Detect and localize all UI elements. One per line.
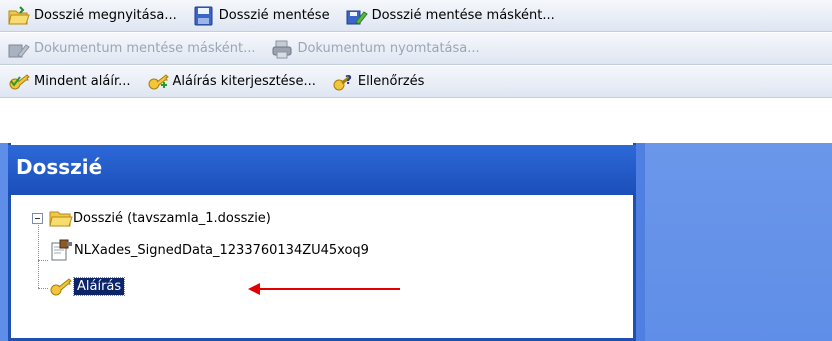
verify-label: Ellenőrzés — [357, 74, 425, 89]
svg-text:?: ? — [345, 73, 352, 87]
extend-signature-label: Aláírás kiterjesztése... — [172, 74, 316, 89]
printer-icon — [272, 40, 292, 58]
toolbar-document: Dokumentum mentése másként... Dokumentum… — [0, 33, 832, 65]
tree-root-label: Dosszié (tavszamla_1.dosszie) — [73, 210, 271, 226]
pane-splitter[interactable] — [636, 143, 645, 341]
tree-signature-label: Aláírás — [72, 276, 126, 296]
toolbar-dossier: Dosszié megnyitása... Dosszié mentése Do… — [0, 0, 832, 32]
document-view-pane — [645, 143, 832, 341]
signed-xml-document-icon — [51, 239, 72, 261]
open-folder-icon — [49, 211, 73, 227]
tree-node-root[interactable]: Dosszié (tavszamla_1.dosszie) — [32, 207, 271, 229]
open-dossier-button[interactable]: Dosszié megnyitása... — [6, 3, 183, 29]
verify-button[interactable]: ? Ellenőrzés — [330, 69, 431, 95]
tree-connector-vertical — [38, 225, 39, 288]
print-document-button[interactable]: Dokumentum nyomtatása... — [269, 36, 485, 62]
dossier-panel-header: Dosszié — [8, 145, 636, 195]
save-document-as-icon — [8, 43, 30, 58]
open-dossier-label: Dosszié megnyitása... — [34, 8, 177, 23]
open-folder-icon — [8, 5, 30, 24]
collapse-toggle[interactable] — [32, 212, 43, 224]
save-document-as-label: Dokumentum mentése másként... — [34, 41, 256, 56]
signature-key-icon — [50, 278, 72, 296]
verify-key-question-icon: ? — [333, 73, 352, 90]
tree-node-signature[interactable]: Aláírás — [48, 275, 126, 297]
sign-all-label: Mindent aláír... — [34, 74, 131, 89]
workspace-left-edge — [0, 143, 8, 341]
sign-all-key-icon — [9, 73, 30, 89]
save-dossier-as-label: Dosszié mentése másként... — [371, 8, 555, 23]
save-as-icon — [346, 10, 368, 25]
floppy-disk-icon — [194, 6, 213, 25]
tree-connector-signature — [38, 288, 48, 289]
annotation-arrow-signature — [248, 283, 400, 295]
tree-document-label: NLXades_SignedData_1233760134ZU45xoq9 — [74, 242, 369, 258]
print-document-label: Dokumentum nyomtatása... — [297, 41, 480, 56]
sign-all-button[interactable]: Mindent aláír... — [6, 69, 137, 95]
tree-node-document[interactable]: NLXades_SignedData_1233760134ZU45xoq9 — [48, 239, 369, 261]
toolbar-signature: Mindent aláír... Aláírás kiterjesztése..… — [0, 66, 832, 98]
extend-signature-button[interactable]: Aláírás kiterjesztése... — [145, 69, 322, 95]
save-dossier-button[interactable]: Dosszié mentése — [191, 3, 336, 29]
save-dossier-label: Dosszié mentése — [218, 8, 330, 23]
save-dossier-as-button[interactable]: Dosszié mentése másként... — [344, 3, 561, 29]
tree-connector-doc — [38, 260, 48, 261]
extend-signature-key-icon — [148, 73, 169, 89]
dossier-panel-title: Dosszié — [16, 155, 103, 179]
save-document-as-button[interactable]: Dokumentum mentése másként... — [6, 36, 261, 62]
